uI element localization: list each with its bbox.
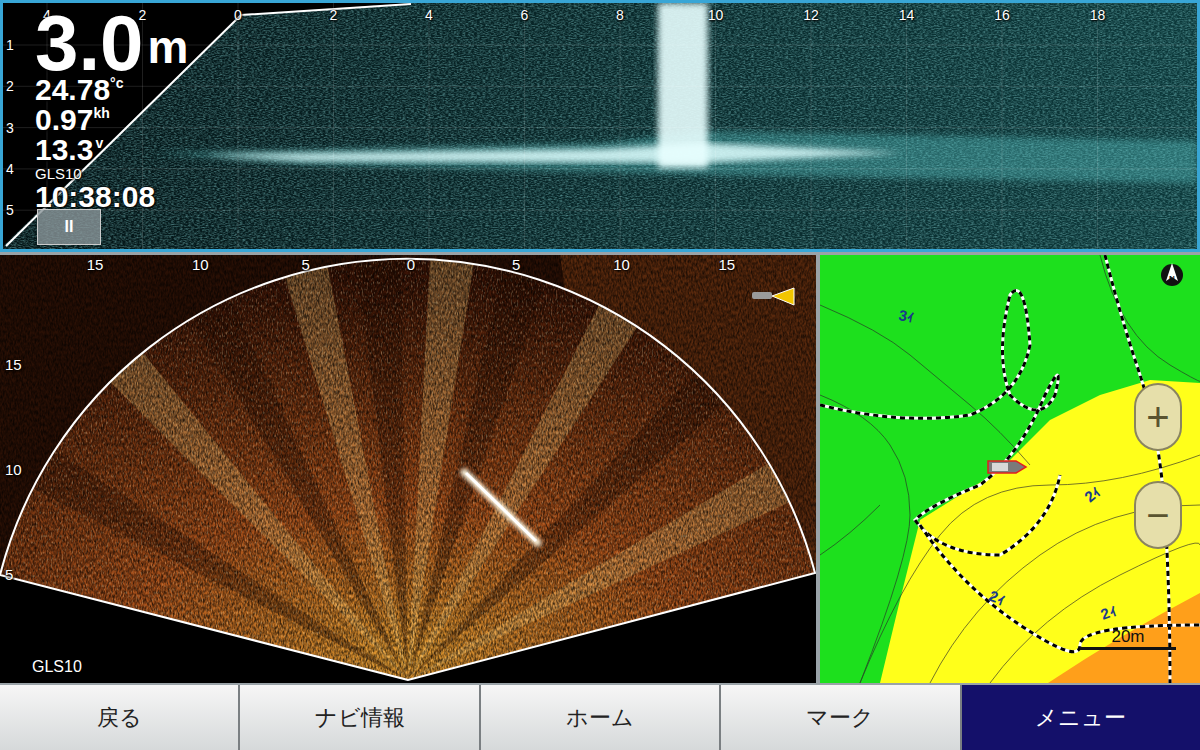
axis-label: 4 [6, 158, 14, 179]
axis-label: 15 [718, 255, 735, 277]
axis-label: 3 [6, 117, 14, 138]
axis-label: 6 [521, 5, 529, 26]
pause-button[interactable]: II [37, 209, 101, 245]
axis-label: 0 [407, 255, 415, 277]
boat-icon [752, 288, 794, 305]
forward-sonar-panel: 15 10 5 0 5 10 15 15 10 5 GLS10 [0, 255, 816, 683]
axis-label: 10 [708, 5, 724, 26]
zoom-out-button[interactable]: − [1134, 481, 1182, 549]
axis-label: 4 [425, 5, 433, 26]
axis-label: 15 [87, 255, 104, 277]
chart-map-panel[interactable]: 3ｨ 2ｨ 2ｨ 2ｨ N + − 20m [820, 255, 1200, 683]
depth-readout: 3.0m [35, 11, 188, 75]
source-label: GLS10 [32, 655, 82, 679]
axis-label: 18 [1090, 5, 1106, 26]
readout-overlay: 3.0m24.78°c0.97kh13.3vGLS1010:38:08 [35, 11, 188, 212]
axis-label: 5 [6, 200, 14, 221]
depth-contour-label: 2ｨ [987, 587, 1008, 609]
axis-label: 12 [803, 5, 819, 26]
axis-label: 2 [330, 5, 338, 26]
lower-panels: 15 10 5 0 5 10 15 15 10 5 GLS10 3ｨ 2ｨ 2ｨ 2ｨ N + − 20m [0, 255, 1200, 683]
down-sonar-panel: 42024681012141618123453.0m24.78°c0.97kh1… [0, 0, 1200, 252]
map-scale: 20m [1080, 627, 1176, 650]
north-indicator: N [1158, 261, 1186, 297]
axis-label: 10 [5, 459, 22, 482]
axis-label: 16 [994, 5, 1010, 26]
bottom-bar-button[interactable]: ホーム [481, 685, 719, 750]
source-label: GLS10 [35, 165, 188, 182]
bottom-bar-button[interactable]: マーク [721, 685, 959, 750]
axis-label: 2 [6, 76, 14, 97]
axis-label: 1 [6, 35, 14, 56]
axis-label: 5 [512, 255, 520, 277]
axis-label: 5 [301, 255, 309, 277]
depth-contour-label: 2ｨ [1098, 601, 1119, 623]
chart-map: 3ｨ 2ｨ 2ｨ 2ｨ [820, 255, 1200, 683]
bottom-bar-button[interactable]: ナビ情報 [240, 685, 478, 750]
speed-readout: 0.97kh [35, 105, 188, 135]
vessel-icon [988, 461, 1026, 473]
axis-label: 8 [616, 5, 624, 26]
depth-contour-label: 2ｨ [1081, 482, 1104, 506]
axis-label: 5 [5, 564, 13, 587]
depth-contour-label: 3ｨ [897, 306, 916, 326]
axis-label: 15 [5, 354, 22, 377]
voltage-readout: 13.3v [35, 135, 188, 165]
fishfinder-screen: 42024681012141618123453.0m24.78°c0.97kh1… [0, 0, 1200, 750]
axis-label: 10 [192, 255, 209, 277]
bottom-bar-button[interactable]: メニュー [962, 685, 1200, 750]
zoom-in-button[interactable]: + [1134, 383, 1182, 451]
forward-sonar-image [0, 255, 816, 683]
temperature-readout: 24.78°c [35, 75, 188, 105]
axis-label: 0 [234, 5, 242, 26]
bottom-bar-button[interactable]: 戻る [0, 685, 238, 750]
bottom-bar: 戻るナビ情報ホームマークメニュー [0, 685, 1200, 750]
time-readout: 10:38:08 [35, 182, 188, 212]
axis-label: 10 [613, 255, 630, 277]
axis-label: 14 [899, 5, 915, 26]
